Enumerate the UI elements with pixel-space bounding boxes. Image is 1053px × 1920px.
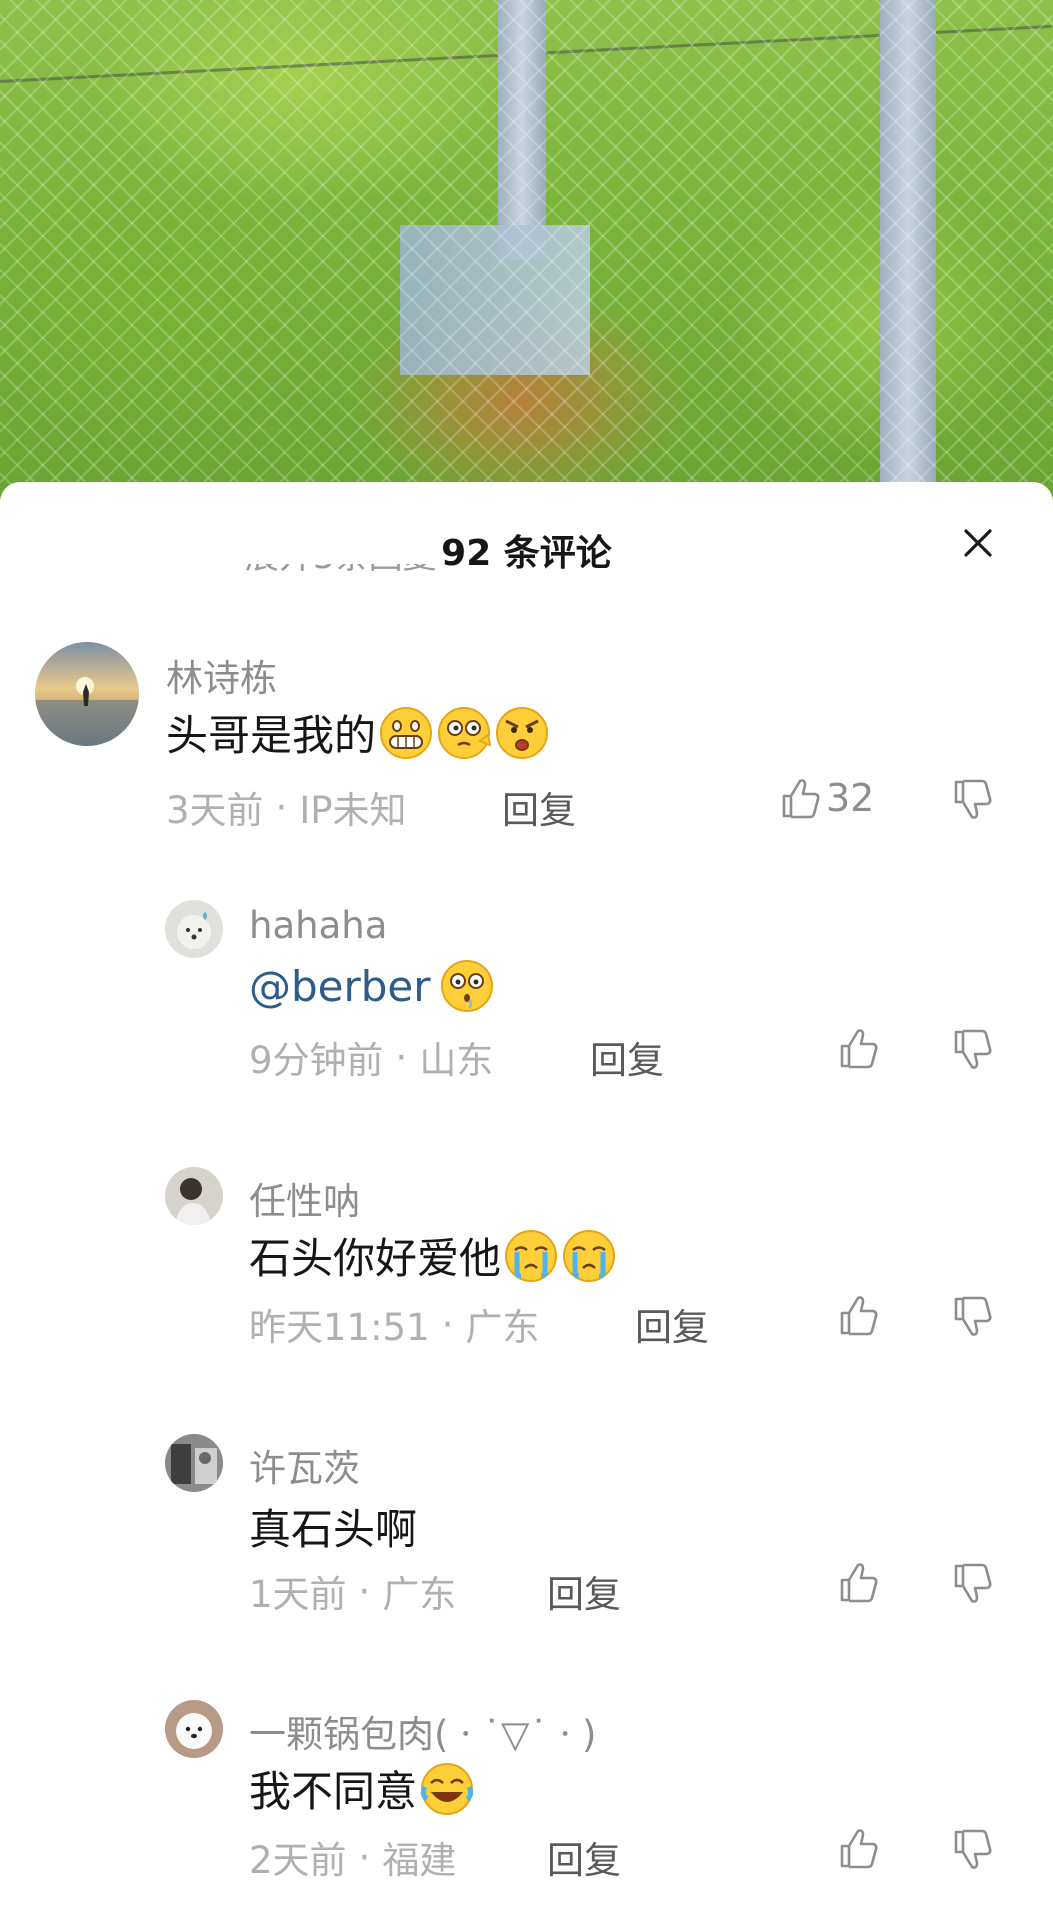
reply-button[interactable]: 回复 <box>502 780 576 834</box>
comment-time: 3天前 <box>166 789 264 832</box>
avatar[interactable] <box>165 1434 223 1492</box>
dislike-button[interactable] <box>952 778 994 826</box>
avatar[interactable] <box>165 1167 223 1225</box>
close-button[interactable] <box>955 520 1001 566</box>
comment-location: 广东 <box>465 1306 540 1349</box>
thumbs-up-icon <box>840 1829 878 1869</box>
dislike-button[interactable] <box>952 1028 994 1076</box>
thumbs-down-icon <box>954 1563 992 1603</box>
comment-text: 石头你好爱他 <box>249 1225 617 1286</box>
comment-location: 山东 <box>419 1039 494 1082</box>
comment-location: 广东 <box>382 1573 457 1616</box>
drool-emoji <box>440 960 493 1012</box>
meta-separator: · <box>441 1302 454 1346</box>
fence-mesh <box>0 0 1053 500</box>
thumbs-up-icon <box>840 1296 878 1336</box>
cry-emoji <box>505 1229 558 1282</box>
sheet-header: 92 条评论 展开3条回复 <box>0 482 1053 582</box>
thumbs-down-icon <box>954 1029 992 1069</box>
reply-button[interactable]: 回复 <box>590 1030 664 1084</box>
like-button[interactable] <box>838 1026 880 1070</box>
username[interactable]: 任性呐 <box>249 1171 360 1225</box>
expand-replies-link[interactable]: 展开3条回复 <box>245 564 437 578</box>
comment-time: 1天前 <box>249 1573 347 1616</box>
comment-text: 真石头啊 <box>249 1505 418 1554</box>
comment-meta: 昨天11:51 · 广东 <box>249 1297 539 1351</box>
comment-location: IP未知 <box>299 789 407 832</box>
grin-emoji <box>380 706 433 759</box>
thumbs-up-icon <box>840 1563 878 1603</box>
comment-location: 福建 <box>382 1839 457 1882</box>
close-icon <box>964 529 992 557</box>
mention-link[interactable]: @berber <box>249 962 431 1011</box>
video-background[interactable] <box>0 0 1053 500</box>
like-button[interactable] <box>838 1560 880 1604</box>
like-button[interactable]: 32 <box>780 776 874 820</box>
comment-time: 2天前 <box>249 1839 347 1882</box>
avatar[interactable] <box>35 642 139 746</box>
meta-separator: · <box>358 1835 371 1879</box>
thumbs-down-icon <box>954 1296 992 1336</box>
username[interactable]: 一颗锅包肉(ㆍ˙▽˙ㆍ) <box>249 1704 596 1758</box>
comment-time: 9分钟前 <box>249 1039 384 1082</box>
thumbs-down-icon <box>954 779 992 819</box>
comment-meta: 9分钟前 · 山东 <box>249 1030 493 1084</box>
like-count: 32 <box>826 776 875 820</box>
cry-emoji <box>563 1229 616 1282</box>
comment-count-title: 92 条评论 <box>441 533 612 574</box>
comment-text: @berber <box>249 958 495 1014</box>
thumbs-down-icon <box>954 1829 992 1869</box>
comment-meta: 3天前 · IP未知 <box>166 780 407 834</box>
avatar[interactable] <box>165 900 223 958</box>
username[interactable]: 林诗栋 <box>166 648 277 702</box>
comment-meta: 2天前 · 福建 <box>249 1830 456 1884</box>
dislike-button[interactable] <box>952 1828 994 1876</box>
meta-separator: · <box>395 1035 408 1079</box>
dislike-button[interactable] <box>952 1295 994 1343</box>
reply-button[interactable]: 回复 <box>635 1297 709 1351</box>
username[interactable]: hahaha <box>249 904 387 947</box>
like-button[interactable] <box>838 1293 880 1337</box>
laugh-cry-emoji <box>420 1762 474 1815</box>
meta-separator: · <box>358 1569 371 1613</box>
comment-meta: 1天前 · 广东 <box>249 1564 456 1618</box>
avatar[interactable] <box>165 1700 223 1758</box>
username[interactable]: 许瓦茨 <box>249 1438 360 1492</box>
comment-text: 我不同意 <box>249 1758 475 1819</box>
thumbs-up-icon <box>840 1029 878 1069</box>
reply-button[interactable]: 回复 <box>547 1830 621 1884</box>
comment-sheet: 92 条评论 展开3条回复 <box>0 482 1053 1920</box>
thumbs-up-icon <box>782 779 820 819</box>
comment-text: 头哥是我的 <box>166 702 550 763</box>
dislike-button[interactable] <box>952 1562 994 1610</box>
reply-button[interactable]: 回复 <box>547 1564 621 1618</box>
smug-emoji <box>438 706 492 759</box>
like-button[interactable] <box>838 1826 880 1870</box>
comment-time: 昨天11:51 <box>249 1306 430 1349</box>
meta-separator: · <box>275 785 288 829</box>
angry-emoji <box>496 706 549 759</box>
